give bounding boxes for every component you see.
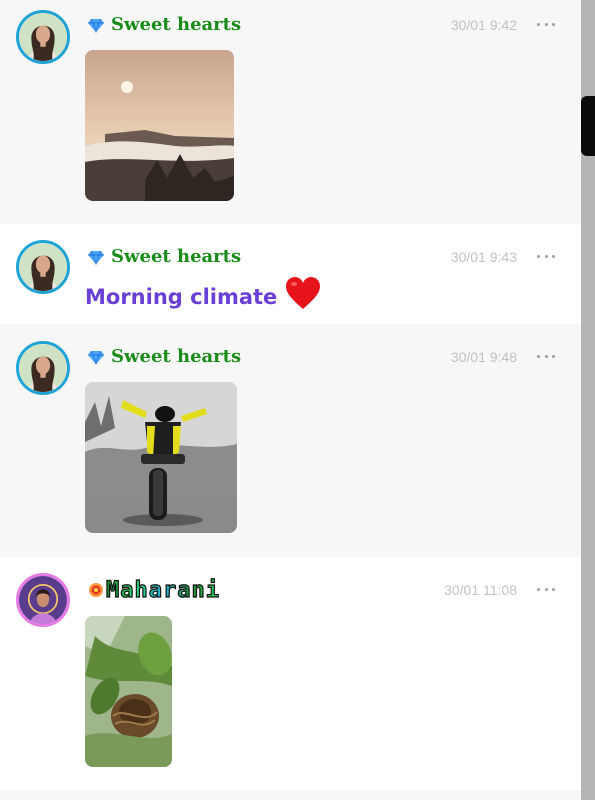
message-timestamp: 30/01 9:43: [450, 249, 517, 265]
message-text-content: Morning climate: [85, 285, 278, 309]
chat-message: Maharani 30/01 11:08: [0, 557, 581, 790]
more-options-icon[interactable]: [537, 584, 555, 594]
chat-message: Sweet hearts 30/01 9:43 Morning climate: [0, 224, 581, 324]
username[interactable]: Maharani: [106, 577, 248, 603]
chat-message: Sweet hearts 30/01 9:42: [0, 0, 581, 224]
message-timestamp: 30/01 9:48: [450, 349, 517, 365]
flower-badge-icon: [89, 583, 103, 597]
scrollbar-thumb[interactable]: [581, 96, 595, 156]
message-timestamp: 30/01 11:08: [444, 582, 517, 598]
chat-message: Sweet hearts 30/01 9:48: [0, 324, 581, 557]
heart-emoji-icon: [286, 277, 321, 309]
yellow-motorcycle-photo[interactable]: [85, 382, 237, 533]
user-avatar[interactable]: [16, 10, 70, 64]
more-options-icon[interactable]: [537, 19, 555, 29]
user-avatar[interactable]: [16, 573, 70, 627]
diamond-badge-icon: [88, 350, 104, 365]
username[interactable]: Sweet hearts: [111, 14, 241, 35]
message-timestamp: 30/01 9:42: [450, 17, 517, 33]
username[interactable]: Sweet hearts: [111, 246, 241, 267]
sunrise-over-clouds-photo[interactable]: [85, 50, 234, 201]
diamond-badge-icon: [88, 250, 104, 265]
more-options-icon[interactable]: [537, 351, 555, 361]
message-text[interactable]: Morning climate: [85, 276, 321, 310]
chat-feed: Sweet hearts 30/01 9:42 Sweet hearts 30/…: [0, 0, 581, 800]
user-avatar[interactable]: [16, 240, 70, 294]
bird-nest-photo[interactable]: [85, 616, 172, 767]
more-options-icon[interactable]: [537, 251, 555, 261]
user-avatar[interactable]: [16, 341, 70, 395]
username-text: Maharani: [106, 578, 220, 603]
diamond-badge-icon: [88, 18, 104, 33]
username[interactable]: Sweet hearts: [111, 346, 241, 367]
